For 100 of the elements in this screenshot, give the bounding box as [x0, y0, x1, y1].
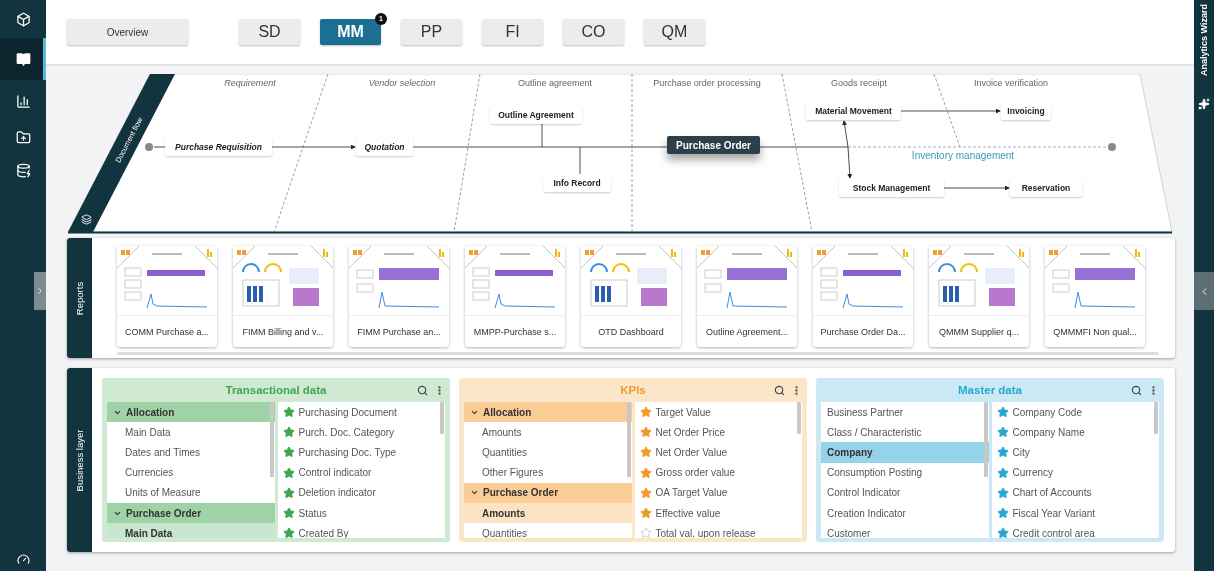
flow-node[interactable]: Invoicing [1001, 102, 1051, 120]
star-icon[interactable] [996, 507, 1009, 520]
layers-icon[interactable] [81, 214, 92, 225]
field-item[interactable]: Target Value [634, 402, 802, 423]
star-icon[interactable] [996, 446, 1009, 459]
star-icon[interactable] [639, 527, 652, 538]
star-icon[interactable] [639, 406, 652, 419]
report-card[interactable]: COMM Purchase a... [117, 246, 217, 347]
report-card[interactable]: QMMM Supplier q... [929, 246, 1029, 347]
report-card[interactable]: FIMM Billing and v... [233, 246, 333, 347]
flow-node[interactable]: Reservation [1010, 179, 1082, 197]
scrollbar[interactable] [1154, 402, 1158, 434]
field-item[interactable]: Deletion indicator [277, 482, 445, 503]
flow-node[interactable]: Purchase Requisition [165, 138, 272, 156]
flow-node[interactable]: Info Record [543, 174, 611, 192]
report-card[interactable]: QMMMFI Non qual... [1045, 246, 1145, 347]
field-item[interactable]: City [991, 442, 1159, 463]
sparkle-icon[interactable] [1198, 98, 1210, 110]
expand-handle[interactable] [34, 272, 46, 310]
category-item[interactable]: Consumption Posting [821, 462, 989, 483]
category-item[interactable]: Creation Indicator [821, 502, 989, 524]
module-tab[interactable]: Overview [67, 19, 188, 45]
report-card[interactable]: Purchase Order Da... [813, 246, 913, 347]
field-item[interactable]: Purch. Doc. Category [277, 422, 445, 443]
category-item[interactable]: Customer [821, 523, 989, 538]
gauge-icon[interactable] [16, 552, 30, 566]
star-icon[interactable] [996, 406, 1009, 419]
category-item[interactable]: Quantities [464, 442, 632, 463]
search-icon[interactable] [1131, 384, 1142, 396]
field-item[interactable]: Purchasing Document [277, 402, 445, 423]
star-icon[interactable] [282, 466, 295, 479]
scrollbar[interactable] [440, 402, 444, 434]
field-item[interactable]: OA Target Value [634, 482, 802, 503]
category-item[interactable]: Company [821, 442, 989, 463]
category-item[interactable]: Dates and Times [107, 442, 275, 463]
field-item[interactable]: Control indicator [277, 462, 445, 483]
scrollbar[interactable] [626, 402, 631, 477]
star-icon[interactable] [996, 426, 1009, 439]
nav-item[interactable] [0, 38, 46, 80]
field-item[interactable]: Chart of Accounts [991, 482, 1159, 503]
star-icon[interactable] [996, 527, 1009, 538]
scrollbar[interactable] [797, 402, 801, 434]
category-item[interactable]: Units of Measure [107, 482, 275, 503]
search-icon[interactable] [417, 384, 428, 396]
category-item[interactable]: Amounts [464, 502, 632, 524]
report-card[interactable]: MMPP-Purchase s... [465, 246, 565, 347]
field-item[interactable]: Currency [991, 462, 1159, 483]
field-item[interactable]: Fiscal Year Variant [991, 502, 1159, 524]
field-item[interactable]: Effective value [634, 502, 802, 524]
category-group[interactable]: Purchase Order [464, 482, 632, 503]
wizard-title[interactable]: Analytics Wizard [1198, 4, 1210, 76]
flow-node[interactable]: Quotation [356, 138, 413, 156]
field-item[interactable]: Net Order Value [634, 442, 802, 463]
category-item[interactable]: Control Indicator [821, 482, 989, 503]
scrollbar[interactable] [983, 402, 988, 477]
field-item[interactable]: Credit control area [991, 523, 1159, 538]
category-group[interactable]: Allocation [464, 402, 632, 423]
star-icon[interactable] [282, 406, 295, 419]
field-item[interactable]: Company Name [991, 422, 1159, 443]
flow-node[interactable]: Stock Management [839, 179, 944, 197]
search-icon[interactable] [774, 384, 785, 396]
category-item[interactable]: Main Data [107, 422, 275, 443]
flow-node[interactable]: Material Movement [806, 102, 901, 120]
report-card[interactable]: Outline Agreement... [697, 246, 797, 347]
flow-node[interactable]: Outline Agreement [490, 106, 582, 124]
star-icon[interactable] [996, 486, 1009, 499]
category-item[interactable]: Business Partner [821, 402, 989, 423]
report-card[interactable]: FIMM Purchase an... [349, 246, 449, 347]
star-icon[interactable] [282, 486, 295, 499]
field-item[interactable]: Gross order value [634, 462, 802, 483]
field-item[interactable]: Total val. upon release [634, 523, 802, 538]
flow-node[interactable]: Purchase Order [667, 136, 760, 154]
field-item[interactable]: Purchasing Doc. Type [277, 442, 445, 463]
star-icon[interactable] [639, 446, 652, 459]
field-item[interactable]: Net Order Price [634, 422, 802, 443]
module-tab[interactable]: QM [644, 19, 705, 45]
category-item[interactable]: Quantities [464, 523, 632, 538]
field-item[interactable]: Company Code [991, 402, 1159, 423]
category-item[interactable]: Main Data [107, 523, 275, 538]
star-icon[interactable] [996, 466, 1009, 479]
category-item[interactable]: Other Figures [464, 462, 632, 483]
field-item[interactable]: Status [277, 502, 445, 524]
module-tab[interactable]: FI [482, 19, 543, 45]
report-card[interactable]: OTD Dashboard [581, 246, 681, 347]
star-icon[interactable] [282, 426, 295, 439]
module-tab[interactable]: PP [401, 19, 462, 45]
field-item[interactable]: Created By [277, 523, 445, 538]
star-icon[interactable] [282, 507, 295, 520]
star-icon[interactable] [282, 446, 295, 459]
category-item[interactable]: Amounts [464, 422, 632, 443]
module-tab[interactable]: CO [563, 19, 624, 45]
category-item[interactable]: Currencies [107, 462, 275, 483]
star-icon[interactable] [282, 527, 295, 538]
star-icon[interactable] [639, 486, 652, 499]
category-item[interactable]: Class / Characteristic [821, 422, 989, 443]
module-tab[interactable]: SD [239, 19, 300, 45]
category-group[interactable]: Purchase Order [107, 502, 275, 524]
star-icon[interactable] [639, 507, 652, 520]
scrollbar[interactable] [269, 402, 274, 477]
category-group[interactable]: Allocation [107, 402, 275, 423]
